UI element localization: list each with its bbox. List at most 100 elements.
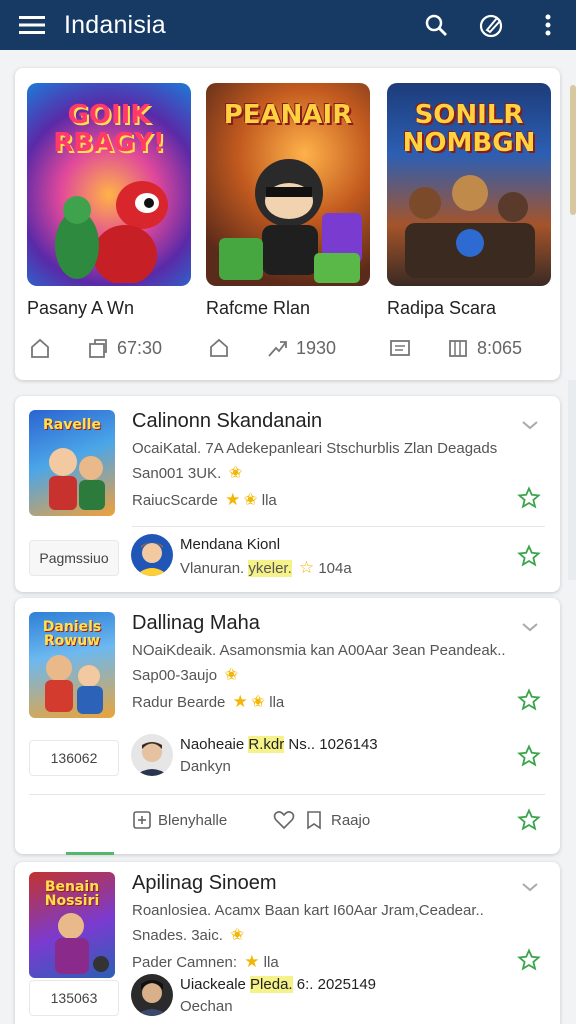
reviewer-meta: Oechan <box>180 998 233 1015</box>
meta-highlight: ykeler. <box>248 560 292 577</box>
search-button[interactable] <box>408 0 464 50</box>
game-description: Roanlosiea. Acamx Baan kart I60Aar Jram,… <box>132 902 484 919</box>
reviewer-row[interactable]: Pagmssiuo Mendana Kionl Vlanuran. ykeler… <box>15 534 545 582</box>
star-icon: ☆ <box>298 558 315 577</box>
divider <box>132 526 545 527</box>
game-name: Radipa Scara <box>387 298 497 318</box>
thumbnail-title: Daniels Rowuw <box>42 619 102 649</box>
action-button-1[interactable]: Blenyhalle <box>132 810 227 830</box>
thumbnail-title: Benain Nossiri <box>44 879 100 909</box>
thumbnail-title: GOIIK RBAGY! <box>53 100 165 158</box>
reviewer-meta: Dankyn <box>180 758 231 775</box>
reviewer-row[interactable]: 135063 Uiackeale Pleda. 6:. 2025149 Oech… <box>15 974 545 1022</box>
game-title: Calinonn Skandanain <box>132 410 323 432</box>
featured-game-1[interactable]: GOIIK RBAGY! Pasany A Wn 67:30 <box>27 83 191 361</box>
game-name: Pasany A Wn <box>27 298 135 318</box>
featured-game-3[interactable]: SONILR NOMBGN Radipa Scara 8:065 <box>387 83 551 361</box>
more-vert-icon <box>545 14 551 36</box>
game-list-card-1: Ravelle Calinonn Skandanain OcaiKatal. 7… <box>15 396 560 592</box>
action-button-3[interactable]: Raajo <box>305 810 370 830</box>
reviewer-name: Uiackeale Pleda. 6:. 2025149 <box>180 976 376 993</box>
game-rating: Pader Camnen: ★ lla <box>132 952 279 972</box>
next-card-peek <box>570 85 576 215</box>
like-icon[interactable] <box>27 335 53 361</box>
side-card-peek <box>568 380 576 580</box>
home-icon[interactable] <box>206 335 232 361</box>
game-list-card-2: Daniels Rowuw Dallinag Maha NOaiKdeaik. … <box>15 598 560 854</box>
reviewer-name: Naoheaie R.kdr Ns.. 1026143 <box>180 736 378 753</box>
avatar <box>131 734 173 776</box>
star-icon: ✬ <box>250 692 266 711</box>
message-icon[interactable] <box>387 335 413 361</box>
meta-a: Vlanuran. <box>180 560 245 577</box>
star-icon: ★ <box>232 692 248 711</box>
star-icon: ✬ <box>224 665 239 684</box>
tag-chip[interactable]: 135063 <box>29 980 119 1016</box>
reviewer-row[interactable]: 136062 Naoheaie R.kdr Ns.. 1026143 Danky… <box>15 734 545 782</box>
featured-game-2[interactable]: PEANAIR Rafcme Rlan 1930 <box>206 83 370 361</box>
reviewer-name: Mendana Kionl <box>180 536 281 553</box>
thumbnail-title: Ravelle <box>43 417 101 433</box>
game-stats: 8:065 <box>387 335 551 361</box>
like-button[interactable] <box>273 810 295 830</box>
game-size: Sap00-3aujo ✬ <box>132 665 239 685</box>
chevron-down-icon[interactable] <box>519 414 541 436</box>
more-button[interactable] <box>520 0 576 50</box>
search-icon <box>425 14 447 36</box>
game-thumbnail: GOIIK RBAGY! <box>27 83 191 286</box>
rating-label: RaiucScarde <box>132 491 218 509</box>
game-rating: RaiucScarde ★ ✬ lla <box>132 490 277 510</box>
name-c: 6:. 2025149 <box>296 976 377 993</box>
game-size: San001 3UK. ✬ <box>132 463 243 483</box>
game-list-card-3: Benain Nossiri Apilinag Sinoem Roanlosie… <box>15 862 560 1024</box>
game-thumbnail: SONILR NOMBGN <box>387 83 551 286</box>
game-stat-value: 67:30 <box>117 337 163 358</box>
list-item[interactable]: Ravelle Calinonn Skandanain OcaiKatal. 7… <box>15 410 545 520</box>
chevron-down-icon[interactable] <box>519 876 541 898</box>
favorite-star-icon[interactable] <box>517 744 541 768</box>
menu-button[interactable] <box>0 0 64 50</box>
character-illustration <box>405 175 535 278</box>
rating-tail: lla <box>261 491 277 509</box>
book-icon[interactable] <box>445 335 471 361</box>
share-icon[interactable] <box>85 335 111 361</box>
tag-chip[interactable]: Pagmssiuo <box>29 540 119 576</box>
favorite-star-icon[interactable] <box>517 808 541 832</box>
size-text: Snades. 3aic. <box>132 927 223 944</box>
rating-label: Pader Camnen: <box>132 953 238 971</box>
list-item[interactable]: Daniels Rowuw Dallinag Maha NOaiKdeaik. … <box>15 612 545 722</box>
tag-chip[interactable]: 136062 <box>29 740 119 776</box>
game-thumbnail: PEANAIR <box>206 83 370 286</box>
featured-games-card: GOIIK RBAGY! Pasany A Wn 67:30 PEANAIR R… <box>15 68 560 380</box>
grid-plus-icon <box>133 811 151 829</box>
chevron-down-icon[interactable] <box>519 616 541 638</box>
size-text: Sap00-3aujo <box>132 667 218 684</box>
reviewer-meta: Vlanuran. ykeler. ☆ 104a <box>180 558 352 578</box>
name-c: Ns.. 1026143 <box>288 736 378 753</box>
game-name: Rafcme Rlan <box>206 298 311 318</box>
game-stats: 1930 <box>206 335 370 361</box>
hamburger-icon <box>19 16 45 34</box>
game-rating: Radur Bearde ★ ✬ lla <box>132 692 284 712</box>
favorite-star-icon[interactable] <box>517 948 541 972</box>
favorite-star-icon[interactable] <box>517 688 541 712</box>
heart-icon <box>273 811 295 830</box>
rating-tail: lla <box>263 953 279 971</box>
action-label: Blenyhalle <box>158 811 228 829</box>
edit-icon <box>479 14 503 38</box>
favorite-star-icon[interactable] <box>517 486 541 510</box>
rating-label: Radur Bearde <box>132 693 226 711</box>
game-description: NOaiKdeaik. Asamonsmia kan A00Aar 3ean P… <box>132 642 506 659</box>
list-item[interactable]: Benain Nossiri Apilinag Sinoem Roanlosie… <box>15 872 545 982</box>
game-thumbnail: Daniels Rowuw <box>29 612 115 718</box>
favorite-star-icon[interactable] <box>517 544 541 568</box>
name-a: Naoheaie <box>180 736 245 753</box>
edit-button[interactable] <box>464 0 520 50</box>
game-stat-value: 8:065 <box>477 337 523 358</box>
card-actions: Blenyhalle Raajo <box>15 802 545 842</box>
divider <box>29 794 545 795</box>
share-arrow-icon[interactable] <box>264 335 290 361</box>
game-stats: 67:30 <box>27 335 191 361</box>
meta-c: 104a <box>318 560 352 577</box>
size-text: San001 3UK. <box>132 465 222 482</box>
